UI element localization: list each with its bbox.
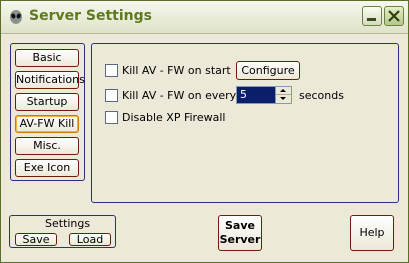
interval-spinner[interactable]: 5: [236, 86, 292, 104]
alien-icon: [8, 9, 24, 25]
arrow-up-icon: [280, 89, 286, 92]
kill-on-start-label: Kill AV - FW on start: [122, 64, 231, 77]
configure-button[interactable]: Configure: [236, 61, 300, 80]
kill-on-start-checkbox[interactable]: [105, 64, 118, 77]
spinner-down-button[interactable]: [276, 95, 291, 103]
spinner-arrows: [275, 87, 291, 103]
save-server-label-line2: Server: [219, 233, 261, 246]
kill-every-checkbox[interactable]: [105, 89, 118, 102]
settings-group-title: Settings: [45, 217, 91, 230]
nav-startup-button[interactable]: Startup: [15, 93, 79, 111]
help-button[interactable]: Help: [350, 215, 394, 251]
nav-exe-icon-button[interactable]: Exe Icon: [15, 159, 79, 177]
nav-avfw-kill-button[interactable]: AV-FW Kill: [15, 115, 79, 133]
interval-unit-label: seconds: [299, 89, 344, 102]
nav-basic-button[interactable]: Basic: [15, 49, 79, 67]
title-bar[interactable]: Server Settings: [1, 1, 408, 34]
spinner-up-button[interactable]: [276, 87, 291, 95]
settings-load-button[interactable]: Load: [69, 233, 111, 246]
close-button[interactable]: [384, 6, 404, 26]
interval-value[interactable]: 5: [240, 88, 247, 101]
server-settings-window: Server Settings Basic Notifications Star…: [0, 0, 409, 263]
nav-misc-button[interactable]: Misc.: [15, 137, 79, 155]
save-server-button[interactable]: Save Server: [218, 215, 262, 251]
kill-every-label: Kill AV - FW on every: [122, 89, 237, 102]
disable-xp-firewall-checkbox[interactable]: [105, 111, 118, 124]
arrow-down-icon: [280, 97, 286, 100]
settings-save-button[interactable]: Save: [15, 233, 57, 246]
disable-xp-firewall-label: Disable XP Firewall: [122, 111, 226, 124]
minimize-button[interactable]: [362, 6, 382, 26]
window-title: Server Settings: [29, 8, 152, 24]
save-server-label-line1: Save: [225, 219, 255, 232]
nav-notifications-button[interactable]: Notifications: [15, 71, 85, 89]
